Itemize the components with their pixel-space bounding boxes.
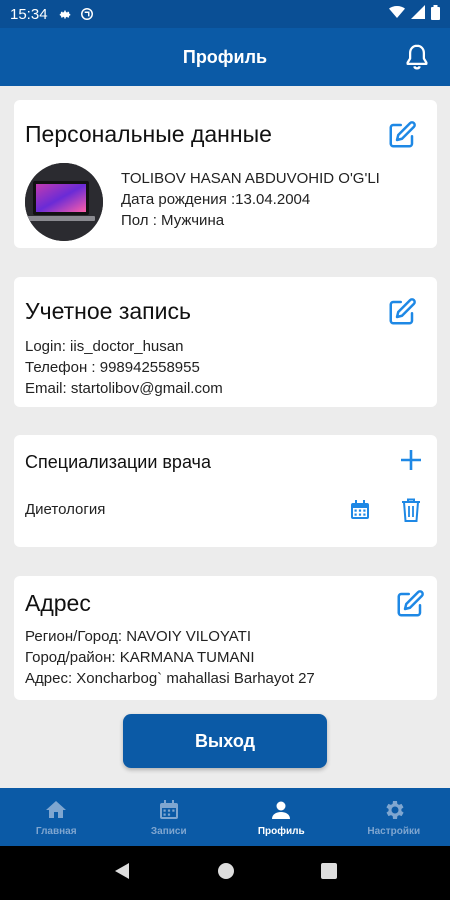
recents-icon[interactable] — [321, 862, 337, 884]
phone: Телефон : 998942558955 — [25, 359, 200, 376]
nav-home[interactable]: Главная — [0, 788, 113, 846]
battery-icon — [431, 4, 440, 24]
system-nav-bar — [0, 846, 450, 900]
edit-personal-icon[interactable] — [387, 120, 417, 150]
specializations-card: Специализации врача Диетология — [14, 435, 437, 547]
settings-status-icon — [58, 7, 72, 21]
gender: Пол : Мужчина — [121, 212, 225, 229]
calendar-icon[interactable] — [348, 498, 372, 522]
email: Email: startolibov@gmail.com — [25, 380, 223, 397]
back-icon[interactable] — [113, 862, 131, 885]
page-title: Профиль — [182, 46, 268, 67]
person-icon — [272, 801, 291, 819]
region: Регион/Город: NAVOIY VILOYATI — [25, 628, 251, 645]
address-heading: Адрес — [25, 590, 91, 616]
signal-icon — [411, 5, 425, 23]
nav-profile-label: Профиль — [257, 825, 305, 837]
login: Login: iis_doctor_husan — [25, 338, 184, 355]
app-bar: Профиль — [0, 28, 450, 86]
street-address: Адрес: Xoncharbog` mahallasi Barhayot 27 — [25, 670, 315, 687]
wifi-icon — [389, 5, 405, 23]
personal-data-heading: Персональные данные — [25, 121, 272, 147]
calendar-icon — [159, 799, 178, 819]
birth-date: Дата рождения :13.04.2004 — [121, 191, 311, 208]
status-bar: 15:34 — [0, 0, 450, 28]
status-time: 15:34 — [10, 5, 48, 23]
account-heading: Учетное запись — [25, 298, 191, 324]
logout-button[interactable]: Выход — [123, 714, 327, 768]
full-name: TOLIBOV HASAN ABDUVOHID O'G'LI — [121, 170, 380, 187]
edit-account-icon[interactable] — [387, 297, 417, 327]
gear-icon — [386, 800, 404, 819]
add-specialization-icon[interactable] — [399, 448, 423, 472]
nav-home-label: Главная — [35, 825, 77, 837]
account-card: Учетное запись Login: iis_doctor_husan Т… — [14, 277, 437, 407]
specialization-name: Диетология — [25, 501, 106, 518]
bell-icon[interactable] — [402, 42, 432, 72]
nav-appointments-label: Записи — [150, 825, 187, 837]
nav-appointments[interactable]: Записи — [113, 788, 226, 846]
home-button-icon[interactable] — [217, 862, 235, 885]
avatar — [25, 163, 103, 241]
edit-address-icon[interactable] — [395, 589, 425, 619]
delete-icon[interactable] — [399, 497, 423, 523]
home-icon — [46, 800, 67, 818]
sync-status-icon — [80, 7, 94, 21]
specializations-heading: Специализации врача — [25, 452, 211, 472]
nav-settings[interactable]: Настройки — [338, 788, 450, 846]
nav-profile[interactable]: Профиль — [225, 788, 338, 846]
nav-settings-label: Настройки — [367, 825, 421, 837]
district: Город/район: KARMANA TUMANI — [25, 649, 255, 666]
address-card: Адрес Регион/Город: NAVOIY VILOYATI Горо… — [14, 576, 437, 700]
personal-data-card: Персональные данные TOLIBOV HASAN ABDUVO… — [14, 100, 437, 248]
bottom-nav: Главная Записи Профиль Настройки — [0, 788, 450, 846]
